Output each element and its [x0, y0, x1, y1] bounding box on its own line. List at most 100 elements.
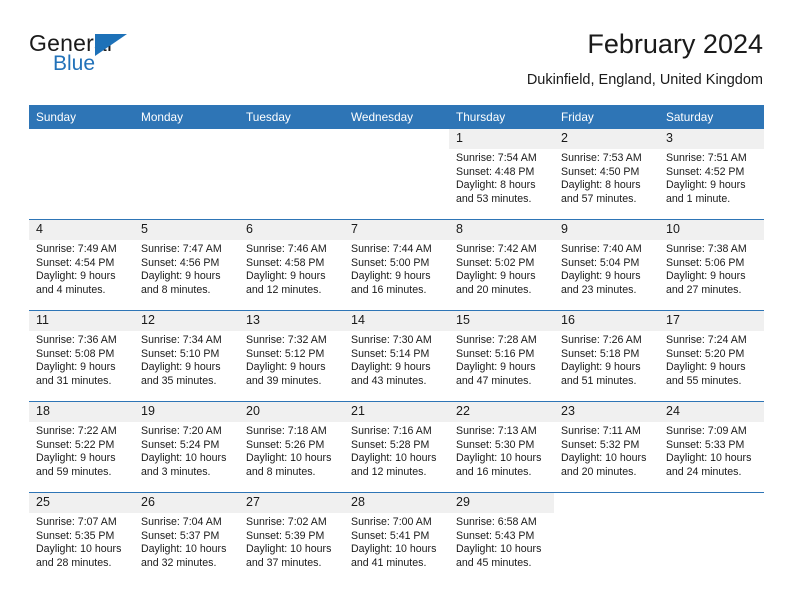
sunrise-text: Sunrise: 7:24 AM	[666, 334, 747, 346]
calendar-day-cell[interactable]: 19 Sunrise: 7:20 AM Sunset: 5:24 PM Dayligh…	[134, 401, 239, 493]
calendar-day-cell[interactable]: 16 Sunrise: 7:26 AM Sunset: 5:18 PM Dayligh…	[554, 310, 659, 402]
daylight-text-line2: and 12 minutes.	[246, 283, 322, 296]
calendar-day-cell[interactable]: 24 Sunrise: 7:09 AM Sunset: 5:33 PM Dayligh…	[659, 401, 764, 493]
day-number: 19	[134, 402, 239, 422]
location-subtitle: Dukinfield, England, United Kingdom	[526, 72, 763, 88]
sunrise-text: Sunrise: 7:22 AM	[36, 425, 117, 437]
empty-day	[239, 129, 344, 219]
daylight-text-line2: and 45 minutes.	[456, 556, 532, 569]
daylight-text-line2: and 47 minutes.	[456, 374, 532, 387]
calendar-day-cell[interactable]: 7 Sunrise: 7:44 AM Sunset: 5:00 PM Daylight…	[344, 219, 449, 311]
day-details: Sunrise: 7:36 AM Sunset: 5:08 PM Daylight:…	[29, 331, 134, 388]
calendar-day-cell[interactable]: 26 Sunrise: 7:04 AM Sunset: 5:37 PM Dayligh…	[134, 492, 239, 583]
calendar-day-cell[interactable]: 2 Sunrise: 7:53 AM Sunset: 4:50 PM Daylight…	[554, 129, 659, 220]
sunset-text: Sunset: 5:12 PM	[246, 347, 325, 360]
day-18: 18 Sunrise: 7:22 AM Sunset: 5:22 PM Dayligh…	[29, 402, 134, 492]
daylight-text-line2: and 53 minutes.	[456, 192, 532, 205]
daylight-text-line1: Daylight: 9 hours	[561, 361, 641, 374]
day-number: 25	[29, 493, 134, 513]
calendar-day-cell[interactable]: 23 Sunrise: 7:11 AM Sunset: 5:32 PM Dayligh…	[554, 401, 659, 493]
daylight-text-line2: and 51 minutes.	[561, 374, 637, 387]
calendar-day-cell[interactable]: 6 Sunrise: 7:46 AM Sunset: 4:58 PM Daylight…	[239, 219, 344, 311]
day-17: 17 Sunrise: 7:24 AM Sunset: 5:20 PM Dayligh…	[659, 311, 764, 401]
daylight-text-line1: Daylight: 9 hours	[36, 270, 116, 283]
sunrise-text: Sunrise: 7:13 AM	[456, 425, 537, 437]
sunrise-text: Sunrise: 7:32 AM	[246, 334, 327, 346]
daylight-text-line2: and 16 minutes.	[456, 465, 532, 478]
sunset-text: Sunset: 4:56 PM	[141, 256, 220, 269]
general-blue-logo: General Blue	[29, 30, 249, 84]
day-details: Sunrise: 7:13 AM Sunset: 5:30 PM Daylight:…	[449, 422, 554, 479]
calendar-day-cell[interactable]: 29 Sunrise: 6:58 AM Sunset: 5:43 PM Dayligh…	[449, 492, 554, 583]
calendar-day-cell[interactable]: 4 Sunrise: 7:49 AM Sunset: 4:54 PM Daylight…	[29, 219, 134, 311]
day-number: 26	[134, 493, 239, 513]
sunset-text: Sunset: 5:39 PM	[246, 529, 325, 542]
day-number	[239, 129, 344, 149]
calendar-day-cell[interactable]: 9 Sunrise: 7:40 AM Sunset: 5:04 PM Daylight…	[554, 219, 659, 311]
day-details: Sunrise: 7:42 AM Sunset: 5:02 PM Daylight:…	[449, 240, 554, 297]
daylight-text-line2: and 16 minutes.	[351, 283, 427, 296]
day-14: 14 Sunrise: 7:30 AM Sunset: 5:14 PM Dayligh…	[344, 311, 449, 401]
day-6: 6 Sunrise: 7:46 AM Sunset: 4:58 PM Daylight…	[239, 220, 344, 310]
calendar-day-cell[interactable]: 18 Sunrise: 7:22 AM Sunset: 5:22 PM Dayligh…	[29, 401, 134, 493]
day-28: 28 Sunrise: 7:00 AM Sunset: 5:41 PM Dayligh…	[344, 493, 449, 583]
calendar-day-cell[interactable]: 14 Sunrise: 7:30 AM Sunset: 5:14 PM Dayligh…	[344, 310, 449, 402]
day-details: Sunrise: 7:34 AM Sunset: 5:10 PM Daylight:…	[134, 331, 239, 388]
day-number: 6	[239, 220, 344, 240]
day-1: 1 Sunrise: 7:54 AM Sunset: 4:48 PM Daylight…	[449, 129, 554, 219]
calendar-day-cell[interactable]: 3 Sunrise: 7:51 AM Sunset: 4:52 PM Daylight…	[659, 129, 764, 220]
weekday-header-sunday: Sunday	[29, 105, 134, 129]
calendar-day-cell[interactable]: 13 Sunrise: 7:32 AM Sunset: 5:12 PM Dayligh…	[239, 310, 344, 402]
daylight-text-line1: Daylight: 9 hours	[351, 270, 431, 283]
daylight-text-line1: Daylight: 9 hours	[246, 361, 326, 374]
daylight-text-line1: Daylight: 9 hours	[666, 361, 746, 374]
day-number: 24	[659, 402, 764, 422]
calendar-day-cell[interactable]: 22 Sunrise: 7:13 AM Sunset: 5:30 PM Dayligh…	[449, 401, 554, 493]
day-19: 19 Sunrise: 7:20 AM Sunset: 5:24 PM Dayligh…	[134, 402, 239, 492]
sunrise-text: Sunrise: 7:44 AM	[351, 243, 432, 255]
calendar-day-cell	[554, 492, 659, 583]
day-details: Sunrise: 7:11 AM Sunset: 5:32 PM Daylight:…	[554, 422, 659, 479]
calendar-day-cell[interactable]: 21 Sunrise: 7:16 AM Sunset: 5:28 PM Dayligh…	[344, 401, 449, 493]
daylight-text-line2: and 59 minutes.	[36, 465, 112, 478]
daylight-text-line1: Daylight: 10 hours	[351, 452, 437, 465]
calendar-day-cell[interactable]: 5 Sunrise: 7:47 AM Sunset: 4:56 PM Daylight…	[134, 219, 239, 311]
calendar-day-cell[interactable]: 10 Sunrise: 7:38 AM Sunset: 5:06 PM Dayligh…	[659, 219, 764, 311]
calendar-day-cell[interactable]: 11 Sunrise: 7:36 AM Sunset: 5:08 PM Dayligh…	[29, 310, 134, 402]
weekday-header-monday: Monday	[134, 105, 239, 129]
calendar-day-cell[interactable]: 25 Sunrise: 7:07 AM Sunset: 5:35 PM Dayligh…	[29, 492, 134, 583]
calendar-day-cell[interactable]: 1 Sunrise: 7:54 AM Sunset: 4:48 PM Daylight…	[449, 129, 554, 220]
calendar-day-cell[interactable]: 20 Sunrise: 7:18 AM Sunset: 5:26 PM Dayligh…	[239, 401, 344, 493]
day-number	[554, 493, 659, 513]
sunset-text: Sunset: 5:08 PM	[36, 347, 115, 360]
daylight-text-line1: Daylight: 8 hours	[456, 179, 536, 192]
daylight-text-line2: and 35 minutes.	[141, 374, 217, 387]
daylight-text-line1: Daylight: 9 hours	[36, 361, 116, 374]
sunset-text: Sunset: 5:16 PM	[456, 347, 535, 360]
day-details: Sunrise: 7:44 AM Sunset: 5:00 PM Daylight:…	[344, 240, 449, 297]
day-27: 27 Sunrise: 7:02 AM Sunset: 5:39 PM Dayligh…	[239, 493, 344, 583]
calendar-day-cell[interactable]: 15 Sunrise: 7:28 AM Sunset: 5:16 PM Dayligh…	[449, 310, 554, 402]
day-26: 26 Sunrise: 7:04 AM Sunset: 5:37 PM Dayligh…	[134, 493, 239, 583]
daylight-text-line1: Daylight: 10 hours	[666, 452, 752, 465]
day-number	[659, 493, 764, 513]
sunset-text: Sunset: 4:54 PM	[36, 256, 115, 269]
calendar-day-cell[interactable]: 27 Sunrise: 7:02 AM Sunset: 5:39 PM Dayligh…	[239, 492, 344, 583]
day-11: 11 Sunrise: 7:36 AM Sunset: 5:08 PM Dayligh…	[29, 311, 134, 401]
calendar-day-cell[interactable]: 17 Sunrise: 7:24 AM Sunset: 5:20 PM Dayligh…	[659, 310, 764, 402]
sunrise-text: Sunrise: 7:53 AM	[561, 152, 642, 164]
day-number: 23	[554, 402, 659, 422]
sunset-text: Sunset: 5:20 PM	[666, 347, 745, 360]
daylight-text-line1: Daylight: 8 hours	[561, 179, 641, 192]
day-23: 23 Sunrise: 7:11 AM Sunset: 5:32 PM Dayligh…	[554, 402, 659, 492]
calendar-body: 1 Sunrise: 7:54 AM Sunset: 4:48 PM Daylight…	[29, 129, 764, 583]
calendar-day-cell[interactable]: 8 Sunrise: 7:42 AM Sunset: 5:02 PM Daylight…	[449, 219, 554, 311]
calendar-week-row: 1 Sunrise: 7:54 AM Sunset: 4:48 PM Daylight…	[29, 129, 764, 220]
sunset-text: Sunset: 4:52 PM	[666, 165, 745, 178]
daylight-text-line1: Daylight: 10 hours	[246, 452, 332, 465]
daylight-text-line1: Daylight: 10 hours	[141, 543, 227, 556]
calendar-day-cell[interactable]: 28 Sunrise: 7:00 AM Sunset: 5:41 PM Dayligh…	[344, 492, 449, 583]
calendar-day-cell[interactable]: 12 Sunrise: 7:34 AM Sunset: 5:10 PM Dayligh…	[134, 310, 239, 402]
daylight-text-line2: and 43 minutes.	[351, 374, 427, 387]
daylight-text-line2: and 8 minutes.	[246, 465, 316, 478]
